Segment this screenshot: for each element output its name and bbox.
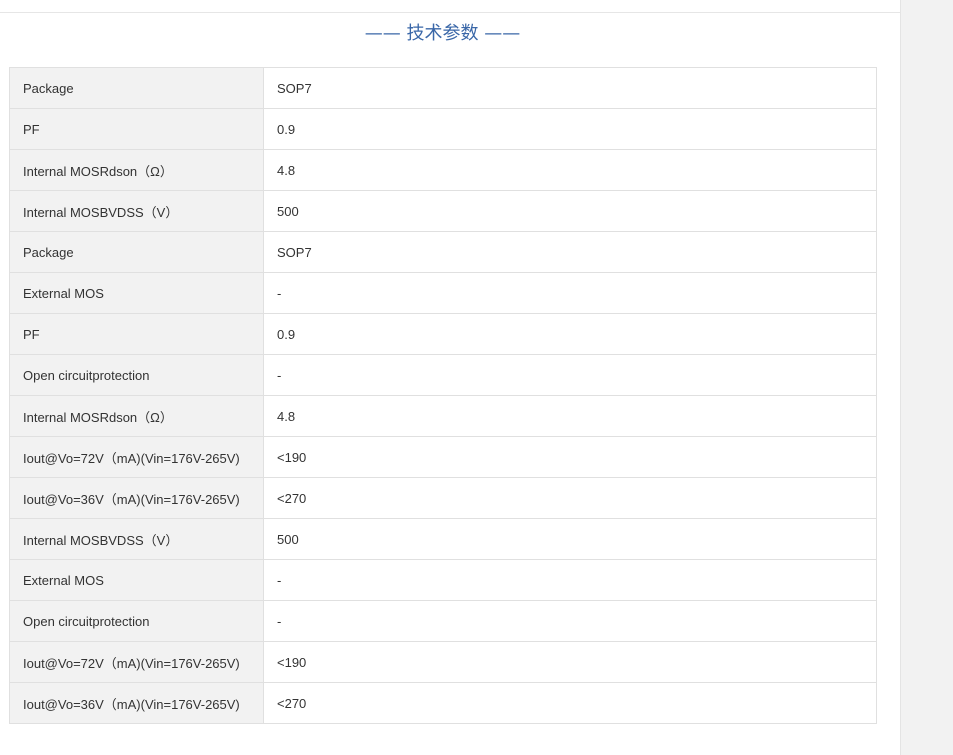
spec-table-body: Package SOP7 PF 0.9 Internal MOSRdson（Ω）… [9, 67, 877, 724]
param-value-cell: 4.8 [263, 149, 877, 191]
table-row: Iout@Vo=72V（mA)(Vin=176V-265V) <190 [9, 641, 877, 683]
param-value-cell: 4.8 [263, 395, 877, 437]
table-row: Iout@Vo=36V（mA)(Vin=176V-265V) <270 [9, 682, 877, 724]
param-name-cell: Package [9, 67, 264, 109]
table-row: Open circuitprotection - [9, 354, 877, 396]
param-value-cell: - [263, 559, 877, 601]
param-value-cell: <190 [263, 436, 877, 478]
table-row: Internal MOSBVDSS（V） 500 [9, 190, 877, 232]
param-name-cell: PF [9, 108, 264, 150]
main-content: —— 技术参数 —— Package SOP7 PF 0.9 Internal … [0, 0, 900, 755]
param-name-cell: External MOS [9, 559, 264, 601]
param-value-cell: 0.9 [263, 108, 877, 150]
param-name-cell: Iout@Vo=36V（mA)(Vin=176V-265V) [9, 682, 264, 724]
param-name-cell: External MOS [9, 272, 264, 314]
param-value-cell: SOP7 [263, 231, 877, 273]
table-row: Package SOP7 [9, 67, 877, 109]
table-row: Iout@Vo=36V（mA)(Vin=176V-265V) <270 [9, 477, 877, 519]
table-row: External MOS - [9, 559, 877, 601]
param-name-cell: Open circuitprotection [9, 354, 264, 396]
param-name-cell: Internal MOSBVDSS（V） [9, 518, 264, 560]
param-value-cell: 0.9 [263, 313, 877, 355]
param-value-cell: SOP7 [263, 67, 877, 109]
right-side-panel [900, 0, 953, 755]
table-row: PF 0.9 [9, 108, 877, 150]
param-name-cell: Open circuitprotection [9, 600, 264, 642]
table-row: Internal MOSRdson（Ω） 4.8 [9, 395, 877, 437]
param-value-cell: <190 [263, 641, 877, 683]
param-name-cell: Internal MOSRdson（Ω） [9, 395, 264, 437]
param-name-cell: Iout@Vo=72V（mA)(Vin=176V-265V) [9, 641, 264, 683]
table-row: Open circuitprotection - [9, 600, 877, 642]
param-name-cell: Internal MOSBVDSS（V） [9, 190, 264, 232]
top-divider [0, 12, 900, 13]
param-name-cell: Package [9, 231, 264, 273]
param-name-cell: Iout@Vo=72V（mA)(Vin=176V-265V) [9, 436, 264, 478]
table-row: Internal MOSRdson（Ω） 4.8 [9, 149, 877, 191]
table-row: PF 0.9 [9, 313, 877, 355]
section-title: —— 技术参数 —— [364, 23, 521, 44]
param-value-cell: - [263, 354, 877, 396]
param-value-cell: <270 [263, 477, 877, 519]
table-row: Internal MOSBVDSS（V） 500 [9, 518, 877, 560]
table-row: External MOS - [9, 272, 877, 314]
param-name-cell: Internal MOSRdson（Ω） [9, 149, 264, 191]
table-row: Package SOP7 [9, 231, 877, 273]
param-name-cell: Iout@Vo=36V（mA)(Vin=176V-265V) [9, 477, 264, 519]
table-row: Iout@Vo=72V（mA)(Vin=176V-265V) <190 [9, 436, 877, 478]
param-name-cell: PF [9, 313, 264, 355]
param-value-cell: - [263, 600, 877, 642]
param-value-cell: 500 [263, 190, 877, 232]
param-value-cell: 500 [263, 518, 877, 560]
page: —— 技术参数 —— Package SOP7 PF 0.9 Internal … [0, 0, 953, 755]
spec-table: Package SOP7 PF 0.9 Internal MOSRdson（Ω）… [9, 67, 877, 724]
param-value-cell: - [263, 272, 877, 314]
param-value-cell: <270 [263, 682, 877, 724]
